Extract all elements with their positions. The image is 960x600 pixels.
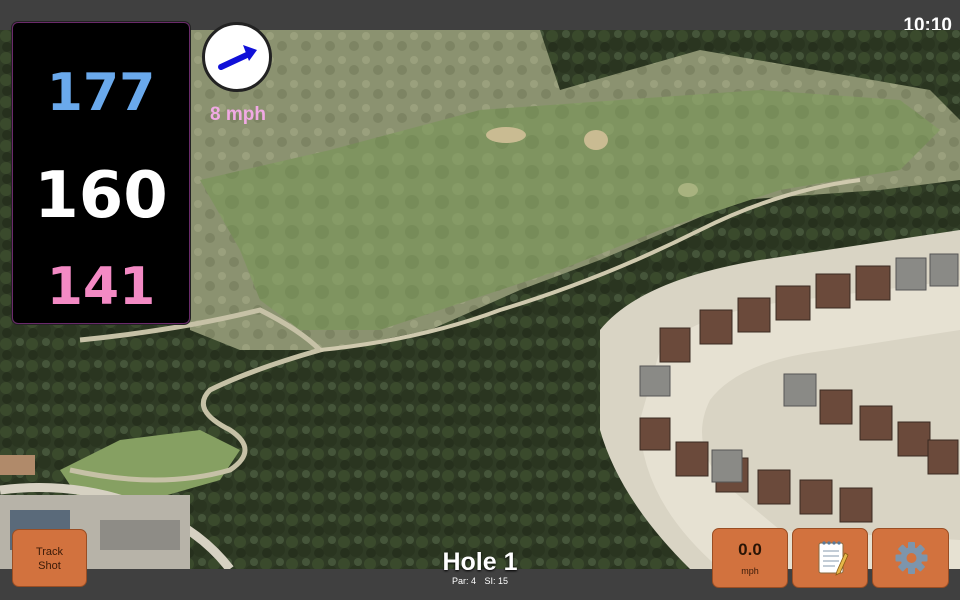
distance-back: 177	[46, 63, 156, 123]
notepad-icon	[818, 541, 849, 576]
hole-title: Hole 1	[442, 548, 518, 576]
hole-info: Par: 4 SI: 15	[380, 576, 580, 586]
gear-icon	[895, 542, 928, 574]
track-shot-button[interactable]: Track Shot	[12, 529, 87, 587]
settings-button[interactable]	[872, 528, 949, 588]
track-shot-label-line1: Track	[35, 546, 64, 558]
hole-par: Par: 4	[451, 576, 476, 586]
arrow-right-icon	[218, 45, 257, 70]
speed-value: 0.0	[738, 540, 762, 559]
distance-panel: 177 160 141	[12, 22, 190, 324]
speed-unit: mph	[741, 566, 759, 576]
distance-middle: 160	[34, 159, 168, 233]
wind-indicator[interactable]	[202, 22, 272, 92]
wind-speed-label: 8 mph	[210, 104, 266, 125]
distance-front: 141	[46, 257, 156, 317]
track-shot-label-line2: Shot	[38, 560, 61, 572]
speed-button[interactable]: 0.0 mph	[712, 528, 788, 588]
hole-stroke-index: SI: 15	[484, 576, 509, 586]
notes-button[interactable]	[792, 528, 868, 588]
